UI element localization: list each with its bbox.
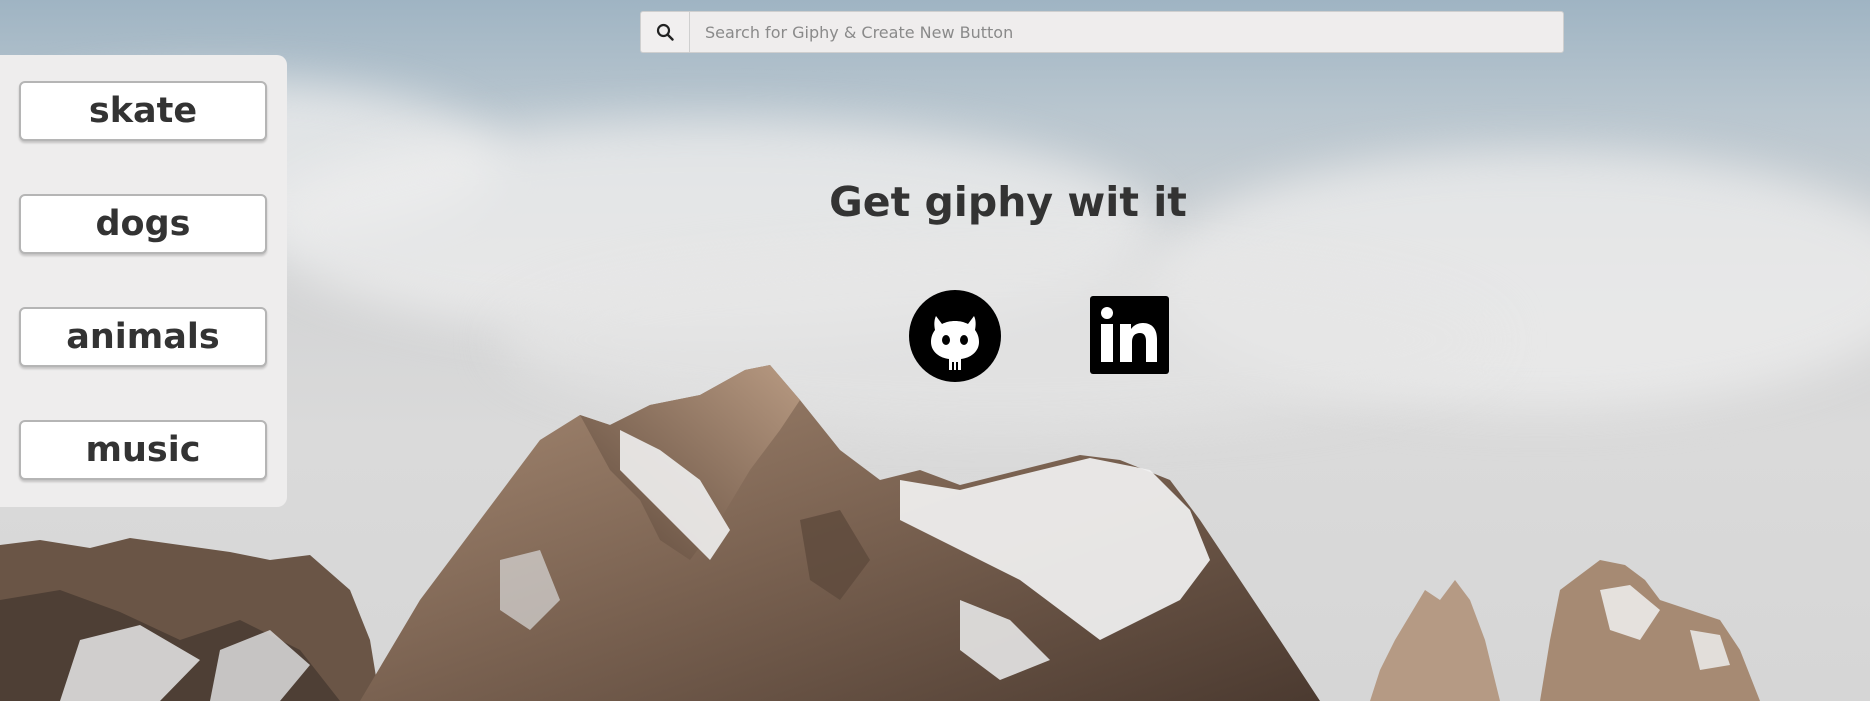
topic-sidebar: skate dogs animals music xyxy=(0,55,287,507)
topic-button-skate[interactable]: skate xyxy=(19,81,267,141)
github-icon xyxy=(909,290,1001,382)
search-button[interactable] xyxy=(640,11,689,53)
github-link[interactable] xyxy=(909,290,1001,382)
page-title: Get giphy wit it xyxy=(829,178,1187,226)
linkedin-icon xyxy=(1090,296,1169,374)
search-bar xyxy=(640,11,1564,53)
search-input[interactable] xyxy=(689,11,1564,53)
topic-button-music[interactable]: music xyxy=(19,420,267,480)
topic-button-animals[interactable]: animals xyxy=(19,307,267,367)
search-icon xyxy=(656,23,674,41)
linkedin-link[interactable] xyxy=(1090,296,1169,374)
